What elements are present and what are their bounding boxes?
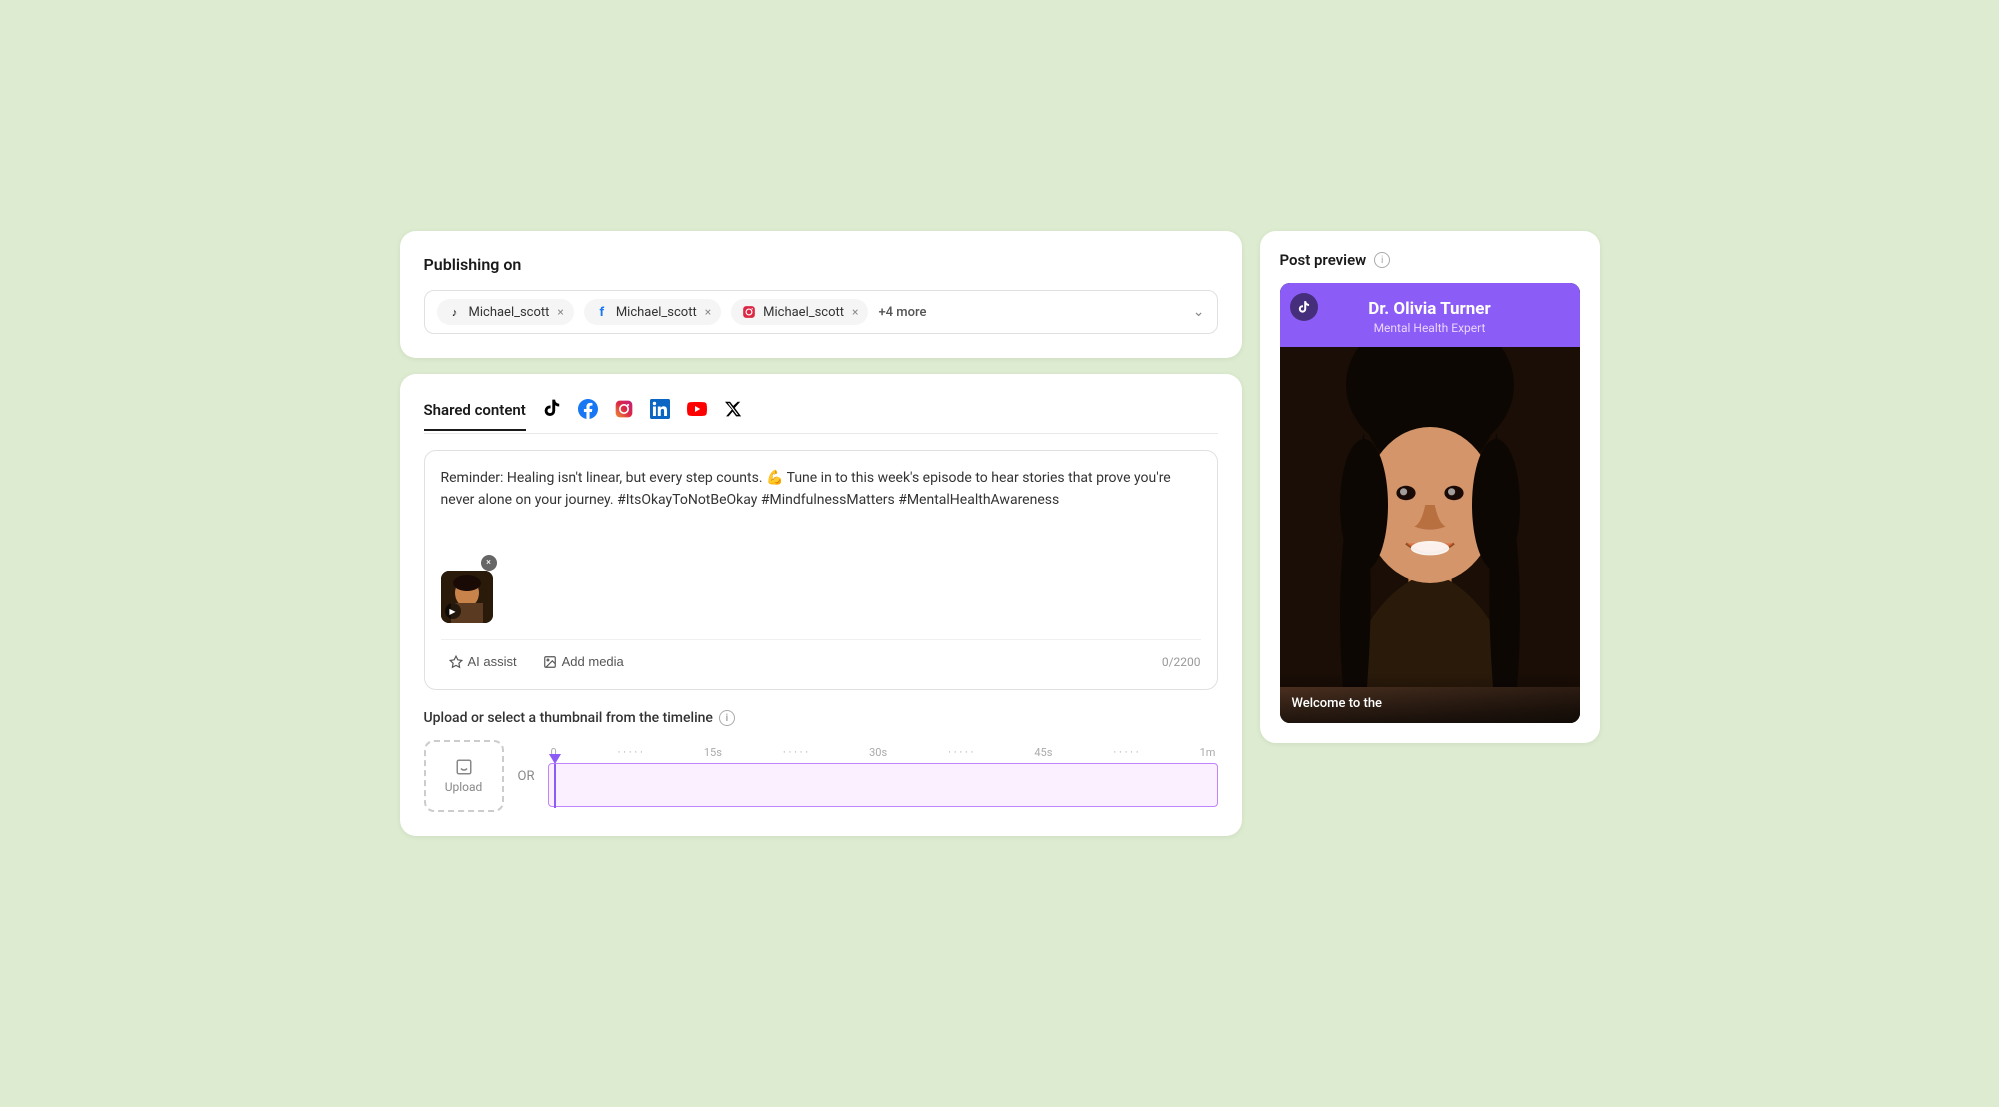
video-thumbnail: ▶ xyxy=(441,571,493,623)
tab-shared-content[interactable]: Shared content xyxy=(424,401,526,431)
tick-30s: 30s xyxy=(869,746,887,759)
preview-face-area: Welcome to the xyxy=(1280,347,1580,723)
textarea-actions: AI assist Add media xyxy=(441,650,632,673)
left-panel: Publishing on ♪ Michael_scott × f Michae… xyxy=(400,231,1242,836)
content-text[interactable]: Reminder: Healing isn't linear, but ever… xyxy=(441,467,1201,547)
chip-instagram-close[interactable]: × xyxy=(852,305,858,319)
tick-dots-2: · · · · · xyxy=(783,746,808,759)
chip-tiktok-label: Michael_scott xyxy=(469,305,550,320)
timeline-bar-container[interactable]: 0 · · · · · 15s · · · · · 30s · · · · · … xyxy=(548,746,1217,807)
or-text: OR xyxy=(518,769,535,784)
tab-instagram-icon[interactable] xyxy=(614,399,634,433)
tiktok-chip-icon: ♪ xyxy=(447,304,463,320)
tab-facebook-icon[interactable] xyxy=(578,399,598,433)
timeline-info-icon[interactable]: i xyxy=(719,710,735,726)
tab-linkedin-icon[interactable] xyxy=(650,399,670,433)
chip-facebook-close[interactable]: × xyxy=(705,305,711,319)
chip-facebook[interactable]: f Michael_scott × xyxy=(584,299,721,325)
add-media-button[interactable]: Add media xyxy=(535,650,632,673)
preview-header: Post preview i xyxy=(1280,251,1580,269)
tick-1m: 1m xyxy=(1200,746,1216,759)
publishing-dropdown-chevron[interactable]: ⌄ xyxy=(1193,304,1205,320)
timeline-section: Upload or select a thumbnail from the ti… xyxy=(424,710,1218,812)
preview-person-svg xyxy=(1280,347,1580,687)
preview-person-name: Dr. Olivia Turner xyxy=(1292,299,1568,319)
tick-dots-4: · · · · · xyxy=(1113,746,1138,759)
facebook-chip-icon: f xyxy=(594,304,610,320)
textarea-bottom-row: AI assist Add media 0/2200 xyxy=(441,639,1201,673)
preview-person-subtitle: Mental Health Expert xyxy=(1292,321,1568,335)
preview-caption-overlay: Welcome to the xyxy=(1280,672,1580,723)
chip-instagram-label: Michael_scott xyxy=(763,305,844,320)
chip-tiktok[interactable]: ♪ Michael_scott × xyxy=(437,299,574,325)
timeline-row: Upload OR 0 · · · · · 15s · · · · · 30s … xyxy=(424,740,1218,812)
right-panel: Post preview i Dr. Olivia Turner Mental … xyxy=(1260,231,1600,743)
tick-15s: 15s xyxy=(704,746,722,759)
preview-info-icon[interactable]: i xyxy=(1374,252,1390,268)
preview-purple-banner: Dr. Olivia Turner Mental Health Expert xyxy=(1280,283,1580,347)
timeline-title: Upload or select a thumbnail from the ti… xyxy=(424,710,1218,726)
tick-dots-1: · · · · · xyxy=(618,746,643,759)
tab-tiktok-icon[interactable] xyxy=(542,398,562,433)
ai-assist-button[interactable]: AI assist xyxy=(441,650,525,673)
publishing-chips-row: ♪ Michael_scott × f Michael_scott × xyxy=(424,290,1218,334)
more-accounts-badge[interactable]: +4 more xyxy=(878,305,926,320)
timeline-scrubber[interactable] xyxy=(549,754,561,818)
timeline-ticks: 0 · · · · · 15s · · · · · 30s · · · · · … xyxy=(548,746,1217,759)
video-close-button[interactable]: × xyxy=(481,555,497,571)
publishing-card: Publishing on ♪ Michael_scott × f Michae… xyxy=(400,231,1242,358)
preview-card: Post preview i Dr. Olivia Turner Mental … xyxy=(1260,231,1600,743)
shared-content-card: Shared content xyxy=(400,374,1242,836)
tick-45s: 45s xyxy=(1034,746,1052,759)
char-count: 0/2200 xyxy=(1162,655,1201,669)
preview-image-container: Dr. Olivia Turner Mental Health Expert xyxy=(1280,283,1580,723)
tab-x-icon[interactable] xyxy=(724,400,742,432)
upload-box[interactable]: Upload xyxy=(424,740,504,812)
tiktok-overlay-icon xyxy=(1297,300,1311,314)
video-play-button[interactable]: ▶ xyxy=(445,603,461,619)
instagram-chip-icon xyxy=(741,304,757,320)
chip-tiktok-close[interactable]: × xyxy=(557,305,563,319)
preview-video-area: Dr. Olivia Turner Mental Health Expert xyxy=(1280,283,1580,723)
preview-caption-text: Welcome to the xyxy=(1292,696,1383,711)
timeline-track[interactable] xyxy=(548,763,1217,807)
preview-title: Post preview xyxy=(1280,251,1367,269)
chip-facebook-label: Michael_scott xyxy=(616,305,697,320)
tick-dots-3: · · · · · xyxy=(948,746,973,759)
content-textarea-wrapper: Reminder: Healing isn't linear, but ever… xyxy=(424,450,1218,690)
chip-instagram[interactable]: Michael_scott × xyxy=(731,299,868,325)
tabs-row: Shared content xyxy=(424,398,1218,434)
publishing-title: Publishing on xyxy=(424,255,1218,274)
tab-youtube-icon[interactable] xyxy=(686,399,708,433)
